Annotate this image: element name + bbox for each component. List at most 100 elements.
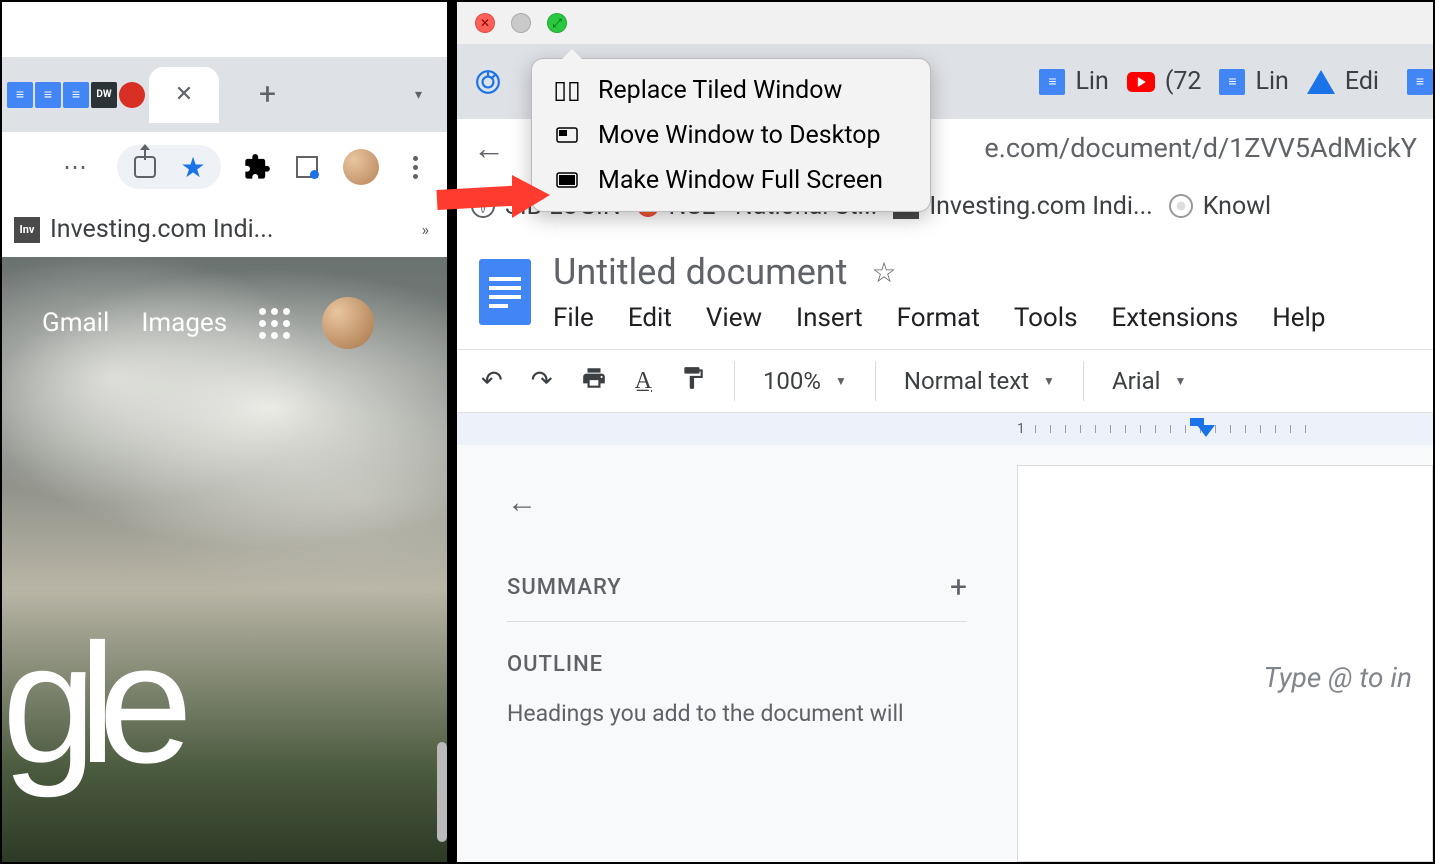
- toolbar-separator: [734, 361, 735, 401]
- google-logo: gle: [2, 606, 175, 802]
- tab-label: Lin: [1075, 67, 1108, 96]
- extensions-icon[interactable]: [243, 153, 271, 181]
- tab-favicon-last-icon[interactable]: ≡: [1407, 69, 1433, 95]
- menu-extensions[interactable]: Extensions: [1112, 303, 1239, 333]
- google-header-links: Gmail Images: [42, 297, 374, 349]
- right-chrome-window: ✕ ⤢ ▯▯ Replace Tiled Window Move Window …: [457, 2, 1433, 862]
- tab-youtube[interactable]: (72: [1127, 67, 1202, 96]
- bookmark-investing[interactable]: Investing.com Indi...: [50, 215, 273, 244]
- bookmark-investing[interactable]: Inv Investing.com Indi...: [893, 192, 1152, 221]
- triangle-favicon-icon: [1307, 70, 1335, 94]
- bookmark-label: Investing.com Indi...: [929, 192, 1152, 221]
- menu-replace-tiled[interactable]: ▯▯ Replace Tiled Window: [532, 67, 930, 113]
- share-button[interactable]: [131, 153, 159, 181]
- google-docs-logo-icon[interactable]: [479, 259, 531, 325]
- url-truncation: ⋯: [63, 153, 87, 181]
- menu-replace-label: Replace Tiled Window: [598, 76, 842, 105]
- tab-label: (72: [1165, 67, 1202, 96]
- add-summary-button[interactable]: +: [950, 570, 967, 605]
- toolbar-pill: ★: [117, 145, 221, 189]
- annotation-arrow: [432, 170, 552, 234]
- desktop-icon: [554, 127, 580, 145]
- spellcheck-button[interactable]: A̲: [635, 368, 652, 395]
- paint-format-button[interactable]: [680, 365, 706, 397]
- menu-tools[interactable]: Tools: [1014, 303, 1078, 333]
- tab-overflow-button[interactable]: ▾: [415, 87, 422, 103]
- menu-format[interactable]: Format: [897, 303, 980, 333]
- tab-label: Edi: [1345, 67, 1379, 96]
- menu-move-desktop[interactable]: Move Window to Desktop: [532, 113, 930, 158]
- chevron-down-icon: ▼: [835, 374, 847, 388]
- new-tab-button[interactable]: +: [259, 77, 276, 112]
- outline-panel: ← SUMMARY + OUTLINE Headings you add to …: [457, 445, 1017, 862]
- tab-favicon-docs2-icon[interactable]: ≡: [35, 82, 61, 108]
- google-account-avatar[interactable]: [322, 297, 374, 349]
- at-mention-placeholder: Type @ to in: [1264, 661, 1412, 694]
- toolbar-separator: [875, 361, 876, 401]
- tab-favicon-docs3-icon[interactable]: ≡: [63, 82, 89, 108]
- menu-help[interactable]: Help: [1272, 303, 1325, 333]
- bookmarks-overflow-icon[interactable]: »: [422, 220, 430, 239]
- menu-move-label: Move Window to Desktop: [598, 121, 881, 150]
- close-tab-icon[interactable]: ✕: [175, 82, 193, 107]
- split-screen: ≡ ≡ ≡ DW ✕ + ▾ ⋯ ★: [0, 0, 1435, 864]
- side-panel-icon[interactable]: [293, 153, 321, 181]
- bookmark-label: Knowl: [1203, 192, 1271, 221]
- tab-edi[interactable]: Edi: [1307, 67, 1379, 96]
- redo-button[interactable]: ↷: [531, 366, 553, 396]
- docs-header: Untitled document ☆ File Edit View Inser…: [457, 235, 1433, 337]
- fullscreen-window-button[interactable]: ⤢: [547, 13, 567, 33]
- target-favicon-icon: [475, 69, 501, 95]
- stacked-tabs[interactable]: ≡ ≡ ≡ DW: [7, 82, 145, 108]
- outline-divider: [507, 621, 967, 622]
- tab-favicon-red-icon[interactable]: [119, 82, 145, 108]
- back-button[interactable]: ←: [473, 129, 505, 167]
- tab-favicon-docs-icon[interactable]: ≡: [7, 82, 33, 108]
- google-apps-icon[interactable]: [259, 308, 290, 339]
- bookmark-star-icon[interactable]: ★: [179, 153, 207, 181]
- menu-fullscreen[interactable]: Make Window Full Screen: [532, 158, 930, 203]
- minimize-window-button[interactable]: [511, 13, 531, 33]
- active-tab[interactable]: ✕: [149, 67, 219, 123]
- menu-view[interactable]: View: [706, 303, 762, 333]
- outline-collapse-button[interactable]: ←: [507, 485, 967, 520]
- stacked-tabs-right[interactable]: [475, 69, 501, 95]
- indent-marker-bottom[interactable]: [1197, 425, 1215, 437]
- fullscreen-icon: [554, 172, 580, 190]
- window-tile-menu: ▯▯ Replace Tiled Window Move Window to D…: [531, 58, 931, 212]
- docs-body: ← SUMMARY + OUTLINE Headings you add to …: [457, 445, 1433, 862]
- summary-heading: SUMMARY: [507, 575, 622, 600]
- document-title[interactable]: Untitled document: [553, 251, 847, 293]
- ruler-number: 1: [1017, 421, 1025, 437]
- outline-heading: OUTLINE: [507, 652, 603, 677]
- address-text[interactable]: e.com/document/d/1ZVV5AdMickY: [984, 132, 1417, 164]
- docs-toolbar: ↶ ↷ A̲ 100%▼ Normal text▼ Arial▼: [457, 349, 1433, 413]
- tab-docs-lin2[interactable]: ≡ Lin: [1219, 67, 1288, 96]
- toolbar-separator: [1083, 361, 1084, 401]
- bookmark-knowl[interactable]: Knowl: [1169, 192, 1271, 221]
- font-value: Arial: [1112, 367, 1161, 395]
- images-link[interactable]: Images: [141, 308, 227, 338]
- print-button[interactable]: [581, 365, 607, 397]
- chrome-menu-icon[interactable]: [401, 153, 429, 181]
- zoom-dropdown[interactable]: 100%▼: [763, 367, 847, 395]
- tab-favicon-dw-icon[interactable]: DW: [91, 82, 117, 108]
- google-newtab-content: Gmail Images gle: [2, 257, 447, 862]
- menu-edit[interactable]: Edit: [628, 303, 672, 333]
- font-dropdown[interactable]: Arial▼: [1112, 367, 1186, 395]
- style-dropdown[interactable]: Normal text▼: [904, 367, 1055, 395]
- profile-avatar[interactable]: [343, 149, 379, 185]
- gmail-link[interactable]: Gmail: [42, 308, 109, 338]
- document-page[interactable]: Type @ to in: [1017, 465, 1433, 862]
- docs-favicon-icon: ≡: [1219, 69, 1245, 95]
- macos-titlebar: ✕ ⤢: [457, 2, 1433, 44]
- scrollbar[interactable]: [437, 742, 447, 842]
- menu-insert[interactable]: Insert: [796, 303, 863, 333]
- tab-docs-lin[interactable]: ≡ Lin: [1039, 67, 1108, 96]
- left-toolbar: ⋯ ★: [2, 132, 447, 202]
- close-window-button[interactable]: ✕: [475, 13, 495, 33]
- star-document-icon[interactable]: ☆: [871, 256, 896, 289]
- ruler[interactable]: 1: [457, 413, 1433, 445]
- undo-button[interactable]: ↶: [481, 366, 503, 396]
- menu-file[interactable]: File: [553, 303, 594, 333]
